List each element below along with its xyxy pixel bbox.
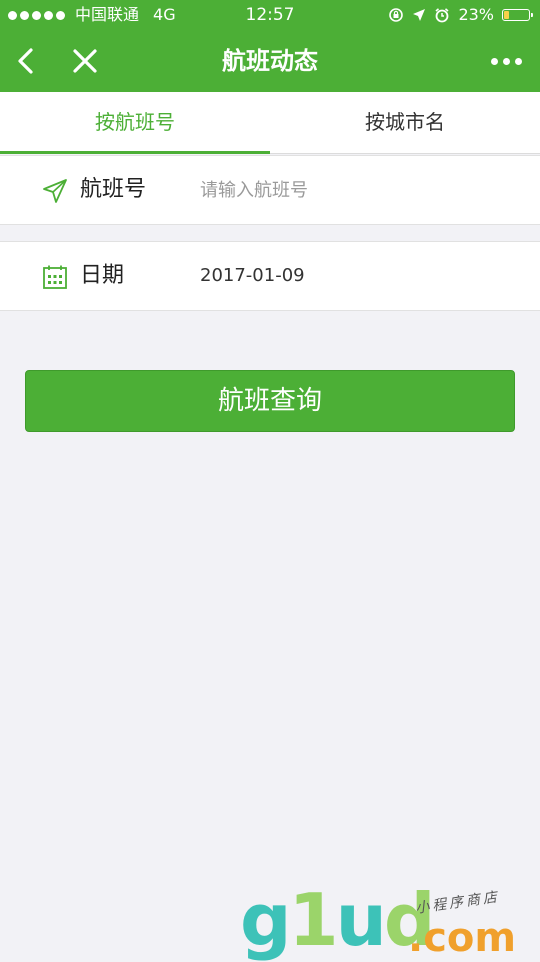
location-arrow-icon: [413, 9, 426, 21]
flight-query-button[interactable]: 航班查询: [25, 370, 515, 432]
date-value[interactable]: 2017-01-09: [200, 242, 305, 310]
tab-by-flight-number[interactable]: 按航班号: [0, 92, 270, 154]
nav-bar: 航班动态: [0, 30, 540, 92]
flight-number-label: 航班号: [80, 177, 147, 202]
watermark-logo: g1ud .com 小程序商店: [240, 880, 540, 960]
watermark-domain: .com: [408, 915, 517, 961]
rotation-lock-icon: [389, 8, 404, 22]
search-mode-tabs: 按航班号 按城市名: [0, 92, 540, 154]
status-bar: 中国联通 4G 12:57 23%: [0, 0, 540, 30]
tab-by-city-name[interactable]: 按城市名: [270, 92, 540, 153]
flight-number-row: 航班号: [0, 155, 540, 225]
date-label: 日期: [80, 263, 125, 288]
status-right: 23%: [388, 0, 533, 30]
more-options-icon[interactable]: [486, 44, 526, 78]
flight-number-input[interactable]: [200, 172, 510, 208]
date-row[interactable]: 日期 2017-01-09: [0, 241, 540, 311]
page-title: 航班动态: [222, 47, 318, 75]
calendar-icon: [43, 265, 67, 289]
alarm-icon: [435, 8, 449, 23]
battery-icon: [502, 9, 533, 21]
paper-plane-icon: [43, 179, 67, 203]
watermark-logo-text: g1ud: [240, 878, 435, 962]
battery-percent: 23%: [458, 5, 494, 24]
top-bar: 中国联通 4G 12:57 23% 航班动态: [0, 0, 540, 92]
